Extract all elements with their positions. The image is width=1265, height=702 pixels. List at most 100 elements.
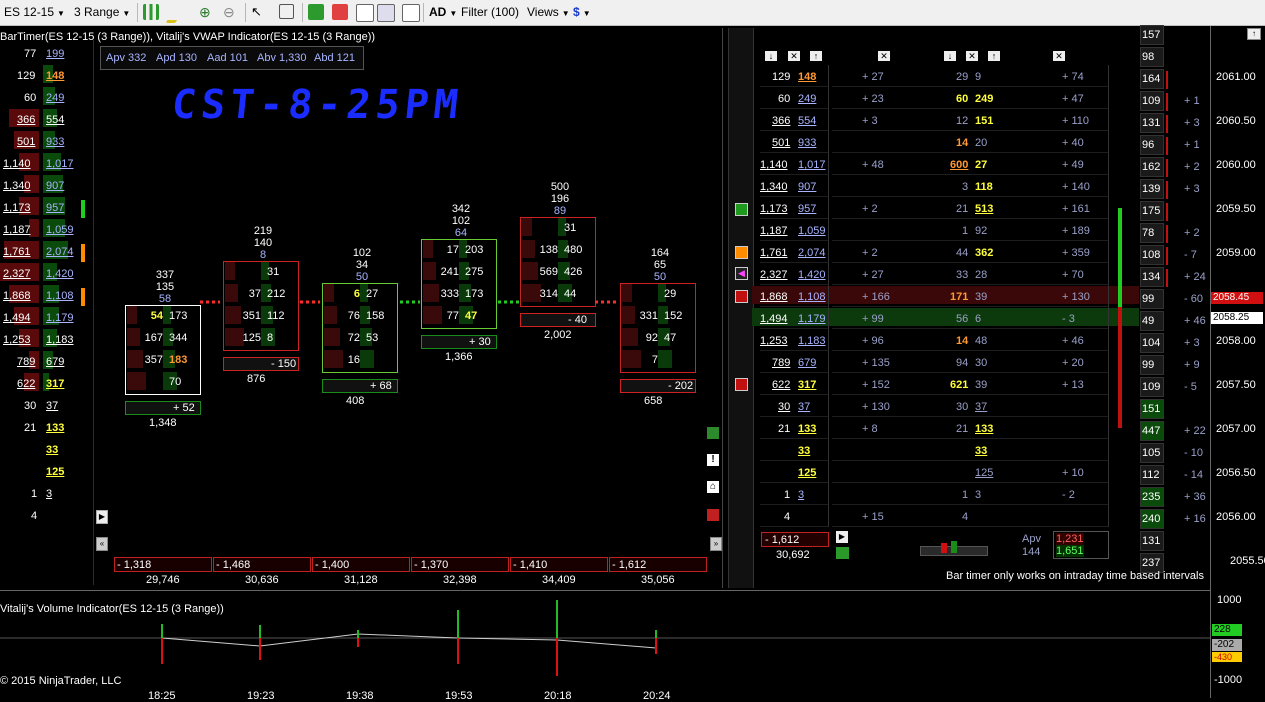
side-magenta-button[interactable]: ◀: [735, 267, 748, 280]
play-button[interactable]: ▶: [836, 531, 848, 543]
axis-toggle-button[interactable]: ↑: [1247, 28, 1261, 40]
ladder-pull-delta: + 27: [862, 269, 884, 281]
stat-aad: Aad 101: [207, 52, 248, 64]
footprint-delta: - 150: [271, 358, 297, 370]
footprint-bid: 241: [440, 266, 459, 278]
views-button[interactable]: Views ▼: [527, 3, 570, 21]
far-right-tick: [1166, 93, 1168, 111]
scroll-back-button[interactable]: «: [96, 537, 108, 551]
left-ladder-ask: 1,183: [46, 334, 74, 346]
left-ladder-bid: 622: [17, 378, 36, 390]
mini-volume-bar: [920, 541, 988, 556]
close-column-icon[interactable]: ✕: [878, 51, 890, 61]
ladder-executed: 37: [975, 401, 988, 413]
far-right-delta: + 16: [1184, 513, 1206, 525]
ladder-pull-delta: + 2: [862, 203, 878, 215]
footprint-bid: 569: [539, 266, 558, 278]
close-column-icon[interactable]: ✕: [966, 51, 978, 61]
last-price-tag: 2058.45: [1211, 292, 1263, 304]
left-ladder-ask: 125: [46, 466, 65, 478]
ladder-right-delta: + 46: [1062, 335, 1084, 347]
mini-bar-red: [941, 543, 947, 553]
footprint-bid: 138: [539, 244, 558, 256]
ladder-executed: 28: [975, 269, 988, 281]
footprint-bid: 331: [639, 310, 658, 322]
far-right-value: 447: [1142, 425, 1161, 437]
chart-settings-icon[interactable]: [836, 547, 849, 559]
footprint-header-value: 140: [253, 237, 273, 249]
bar-type-icon[interactable]: [143, 4, 159, 20]
cursor-icon[interactable]: ↖: [251, 4, 267, 20]
footprint-ask: 53: [366, 332, 379, 344]
ladder-grid-cell: [760, 483, 829, 505]
ladder-grid-cell: [760, 373, 829, 395]
ladder-middle: 56: [956, 313, 969, 325]
instrument-selector[interactable]: ES 12-15 ▼: [4, 3, 65, 21]
footprint-ask: 47: [465, 310, 478, 322]
ladder-executed: 39: [975, 291, 988, 303]
bid-price-tag: 2058.25: [1211, 312, 1263, 324]
data-series-icon[interactable]: [377, 4, 395, 22]
x-icon[interactable]: [707, 509, 719, 521]
left-ladder-bid: 1,340: [3, 180, 31, 192]
close-column-icon[interactable]: ✕: [788, 51, 800, 61]
left-ladder-ask: 2,074: [46, 246, 74, 258]
far-right-delta: + 36: [1184, 491, 1206, 503]
ladder-executed: 249: [975, 93, 994, 105]
far-right-value: 131: [1142, 117, 1161, 129]
far-right-delta: + 24: [1184, 271, 1206, 283]
ladder-bid: 622: [772, 379, 791, 391]
bottom-delta-value: - 1,318: [117, 559, 152, 571]
ladder-grid-cell: [760, 351, 829, 373]
ladder-pull-delta: + 99: [862, 313, 884, 325]
alert-icon[interactable]: !: [707, 454, 719, 466]
sort-up-icon[interactable]: ↑: [988, 51, 1000, 61]
period-label: 3 Range: [74, 5, 120, 19]
ladder-bid: 1,140: [760, 159, 788, 171]
side-red-button[interactable]: [735, 290, 748, 303]
footprint-bid: 357: [144, 354, 163, 366]
magnifier-icon[interactable]: [279, 4, 294, 19]
indicators-icon[interactable]: [308, 4, 324, 20]
home-icon[interactable]: ⌂: [707, 481, 719, 493]
filter-button[interactable]: Filter (100): [461, 3, 519, 21]
scroll-right-button[interactable]: ▶: [96, 510, 108, 524]
ladder-executed: 48: [975, 335, 988, 347]
pencil-icon[interactable]: [165, 4, 187, 23]
ladder-bid: 1,761: [760, 247, 788, 259]
far-right-delta: - 60: [1184, 293, 1203, 305]
ladder-ask: 679: [798, 357, 817, 369]
strategies-icon[interactable]: [332, 4, 348, 20]
footprint-ask: 31: [267, 266, 280, 278]
ladder-ask: 933: [798, 137, 817, 149]
dollar-icon[interactable]: $ ▼: [573, 3, 591, 21]
left-ladder-bid: 2,327: [3, 268, 31, 280]
sort-down-icon[interactable]: ↓: [765, 51, 777, 61]
left-ladder-ask: 1,420: [46, 268, 74, 280]
side-red-button-2[interactable]: [735, 378, 748, 391]
close-column-icon[interactable]: ✕: [1053, 51, 1065, 61]
period-selector[interactable]: 3 Range ▼: [74, 3, 130, 21]
zoom-in-icon[interactable]: ⊕: [199, 4, 215, 20]
price-axis-line: [1210, 26, 1211, 698]
far-right-value: 105: [1142, 447, 1161, 459]
far-right-delta: - 7: [1184, 249, 1197, 261]
ladder-middle: 171: [950, 291, 969, 303]
side-green-button[interactable]: [735, 203, 748, 216]
ladder-right-delta: + 74: [1062, 71, 1084, 83]
scroll-forward-button[interactable]: »: [710, 537, 722, 551]
sort-up-icon[interactable]: ↑: [810, 51, 822, 61]
zoom-out-icon[interactable]: ⊖: [223, 4, 239, 20]
far-right-value: 157: [1142, 29, 1161, 41]
toolbar: ES 12-15 ▼ 3 Range ▼ ⊕ ⊖ ↖ AD ▼ Filter (100…: [0, 0, 1265, 26]
sort-down-icon[interactable]: ↓: [944, 51, 956, 61]
side-orange-button[interactable]: [735, 246, 748, 259]
ad-button[interactable]: AD ▼: [429, 3, 457, 21]
chart-style-icon[interactable]: [356, 4, 374, 22]
left-ladder-bid: 30: [24, 400, 37, 412]
footprint-volume: 408: [346, 395, 365, 407]
properties-icon[interactable]: [402, 4, 420, 22]
far-right-tick: [1166, 247, 1168, 265]
bars-icon[interactable]: [707, 427, 719, 439]
volume-tag-pos: 228: [1212, 624, 1242, 636]
